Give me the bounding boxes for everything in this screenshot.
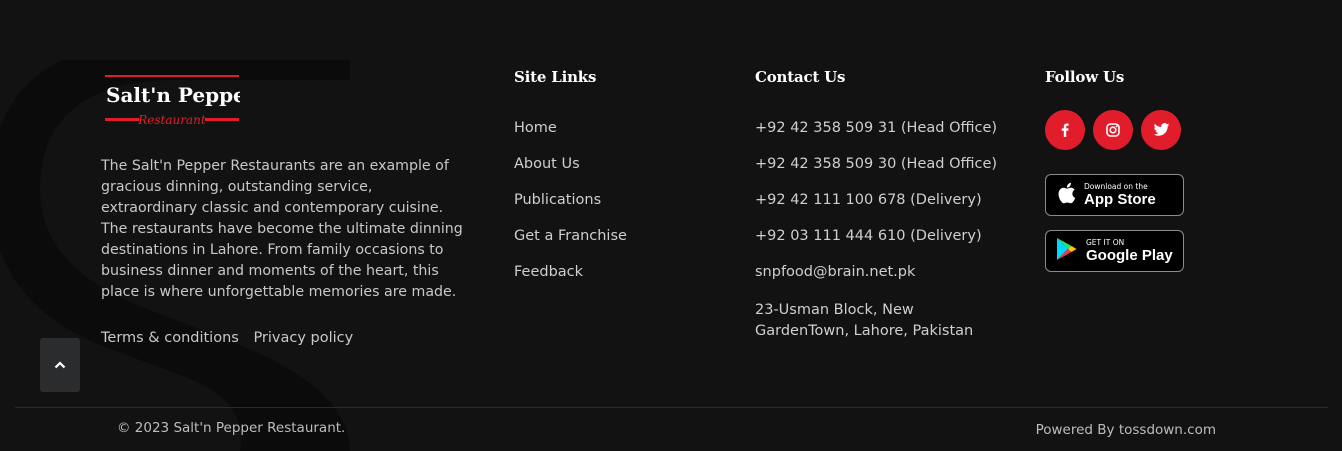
contact-column: Contact Us +92 42 358 509 31 (Head Offic… [755, 68, 997, 341]
contact-address: 23-Usman Block, New GardenTown, Lahore, … [755, 302, 974, 339]
google-play-small: GET IT ON [1086, 238, 1125, 248]
facebook-icon[interactable] [1045, 110, 1085, 150]
legal-links: Terms & conditions Privacy policy [101, 330, 363, 346]
copyright-text: © 2023 Salt'n Pepper Restaurant. [117, 420, 346, 436]
google-play-icon [1056, 237, 1078, 265]
powered-by-link[interactable]: Powered By tossdown.com [1036, 422, 1216, 438]
site-link-home[interactable]: Home [514, 120, 557, 136]
scroll-to-top-button[interactable] [40, 338, 80, 392]
app-store-badge[interactable]: Download on the App Store [1045, 174, 1184, 216]
footer-divider [15, 407, 1328, 408]
site-links-heading: Site Links [514, 68, 597, 86]
contact-phone[interactable]: +92 42 358 509 31 (Head Office) [755, 120, 997, 156]
chevron-up-icon [54, 361, 66, 369]
contact-phone[interactable]: +92 42 111 100 678 (Delivery) [755, 192, 997, 228]
terms-link[interactable]: Terms & conditions [101, 330, 239, 346]
twitter-icon[interactable] [1141, 110, 1181, 150]
instagram-icon[interactable] [1093, 110, 1133, 150]
apple-icon [1056, 181, 1076, 209]
brand-logo[interactable]: Salt'n Pepper Restaurant [104, 74, 240, 128]
follow-heading: Follow Us [1045, 68, 1125, 86]
google-play-big: Google Play [1086, 246, 1173, 264]
site-link-publications[interactable]: Publications [514, 192, 601, 208]
privacy-link[interactable]: Privacy policy [253, 330, 353, 346]
logo-line1: Salt'n Pepper [106, 83, 240, 107]
about-text: The Salt'n Pepper Restaurants are an exa… [101, 158, 463, 300]
site-link-feedback[interactable]: Feedback [514, 264, 583, 280]
site-links-column: Site Links Home About Us Publications Ge… [514, 68, 627, 300]
site-link-franchise[interactable]: Get a Franchise [514, 228, 627, 244]
contact-phone[interactable]: +92 42 358 509 30 (Head Office) [755, 156, 997, 192]
contact-phone[interactable]: +92 03 111 444 610 (Delivery) [755, 228, 997, 264]
site-link-about[interactable]: About Us [514, 156, 580, 172]
logo-line2: Restaurant [137, 113, 206, 127]
app-store-big: App Store [1084, 190, 1156, 208]
follow-column: Follow Us Download on the App Store GET … [1045, 68, 1184, 272]
app-store-small: Download on the [1084, 182, 1148, 192]
contact-email[interactable]: snpfood@brain.net.pk [755, 264, 997, 300]
google-play-badge[interactable]: GET IT ON Google Play [1045, 230, 1184, 272]
contact-heading: Contact Us [755, 68, 846, 86]
